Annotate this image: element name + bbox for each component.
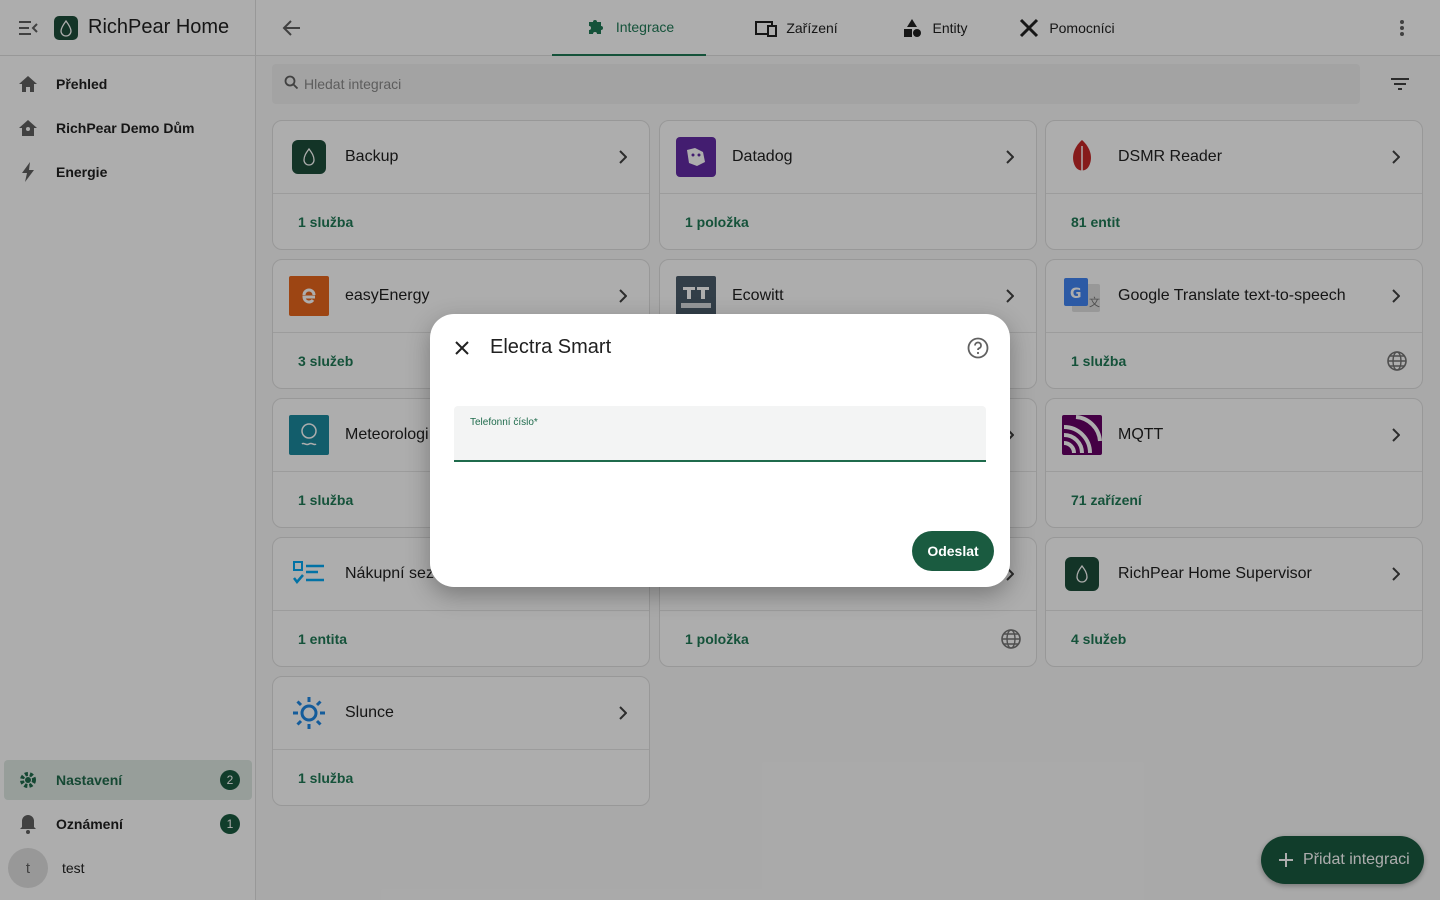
close-icon[interactable] [450, 336, 474, 360]
config-dialog: Electra Smart Telefonní číslo* Odeslat [430, 314, 1010, 587]
phone-number-label: Telefonní číslo* [470, 417, 538, 428]
dialog-title: Electra Smart [490, 336, 612, 358]
phone-number-field[interactable]: Telefonní číslo* [454, 406, 986, 462]
help-icon[interactable] [966, 336, 990, 360]
phone-number-input[interactable] [470, 432, 970, 454]
submit-button[interactable]: Odeslat [912, 531, 994, 571]
